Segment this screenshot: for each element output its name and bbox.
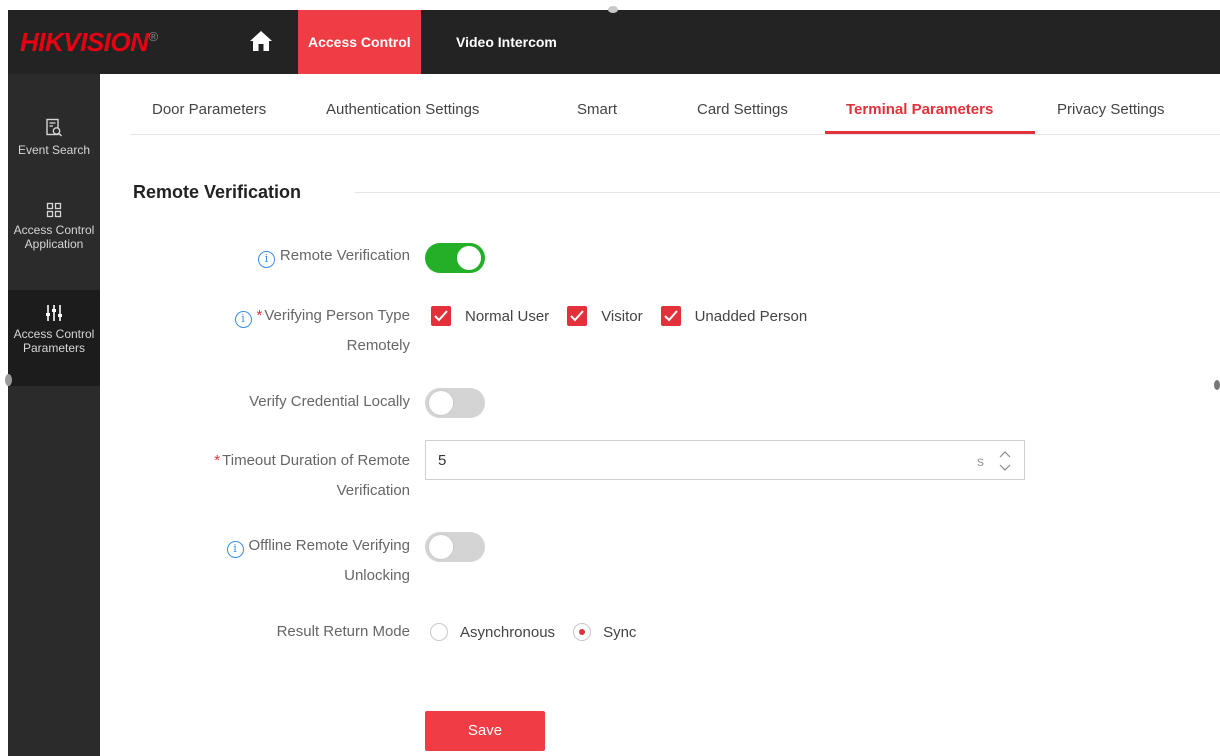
grid-icon [8,202,100,221]
remote-verification-toggle[interactable] [425,243,485,273]
stepper-icon[interactable] [996,447,1014,475]
unadded-person-label: Unadded Person [694,307,808,325]
sliders-icon [8,304,100,325]
sidebar-item-label: Access Control Parameters [13,327,95,355]
info-icon[interactable]: i [234,311,252,328]
nav-video-intercom[interactable]: Video Intercom [446,10,567,74]
required-marker: * [214,452,221,469]
sidebar: Event Search Access Control Application … [8,74,100,756]
tab-privacy-settings[interactable]: Privacy Settings [1057,101,1165,118]
result-return-mode-label: Result Return Mode [276,623,410,640]
section-divider [355,192,1220,193]
unadded-person-checkbox[interactable] [660,306,681,326]
timeout-unit: s [977,453,984,469]
verifying-person-type-label: i * Verifying Person Type [234,301,410,331]
result-return-mode-options: Asynchronous Sync [430,621,654,643]
sidebar-item-access-control-application[interactable]: Access Control Application [8,202,100,251]
decorative-dot [608,6,618,13]
toggle-knob [457,246,481,270]
info-icon[interactable]: i [226,541,244,558]
normal-user-label: Normal User [465,307,550,325]
info-icon[interactable]: i [257,251,275,268]
person-type-checkboxes: Normal User Visitor Unadded Person [431,305,825,327]
nav-access-control[interactable]: Access Control [298,10,421,74]
toggle-knob [428,534,454,560]
sidebar-item-event-search[interactable]: Event Search [8,118,100,157]
timeout-label: * Timeout Duration of Remote [214,452,410,469]
tab-terminal-parameters[interactable]: Terminal Parameters [846,101,993,118]
event-search-icon [8,118,100,141]
toggle-knob [428,390,454,416]
tab-authentication-settings[interactable]: Authentication Settings [326,101,479,118]
tab-bar: Door Parameters Authentication Settings … [100,74,1220,136]
verify-credential-locally-label: Verify Credential Locally [249,393,410,410]
active-tab-indicator [825,131,1035,134]
asynchronous-label: Asynchronous [460,623,556,641]
offline-unlocking-label-line2: Unlocking [344,567,410,584]
visitor-checkbox[interactable] [567,306,588,326]
decorative-dot [5,374,12,386]
hikvision-logo: HIKVISION® [20,27,158,57]
sidebar-item-label: Access Control Application [13,223,95,251]
timeout-input[interactable]: 5 s [425,440,1025,480]
visitor-label: Visitor [601,307,643,325]
tab-smart[interactable]: Smart [577,101,617,118]
remote-verification-label: i Remote Verification [257,241,410,271]
tab-card-settings[interactable]: Card Settings [697,101,788,118]
tab-divider [130,134,1220,135]
required-marker: * [256,307,263,324]
top-bar: HIKVISION® Access Control Video Intercom [8,10,1220,74]
offline-unlocking-label: i Offline Remote Verifying [226,531,410,561]
section-title: Remote Verification [133,182,302,202]
tab-door-parameters[interactable]: Door Parameters [152,101,266,118]
decorative-dot [1214,380,1220,390]
sidebar-item-access-control-parameters[interactable]: Access Control Parameters [8,290,100,386]
verify-credential-locally-toggle[interactable] [425,388,485,418]
sync-radio[interactable] [573,623,592,641]
timeout-value: 5 [438,452,447,469]
home-icon[interactable] [248,28,274,54]
sync-label: Sync [603,623,637,641]
save-button[interactable]: Save [425,711,545,751]
asynchronous-radio[interactable] [430,623,448,641]
sidebar-item-label: Event Search [17,143,91,157]
offline-unlocking-toggle[interactable] [425,532,485,562]
verifying-person-type-label-line2: Remotely [346,337,410,354]
timeout-label-line2: Verification [336,482,410,499]
normal-user-checkbox[interactable] [431,306,451,326]
